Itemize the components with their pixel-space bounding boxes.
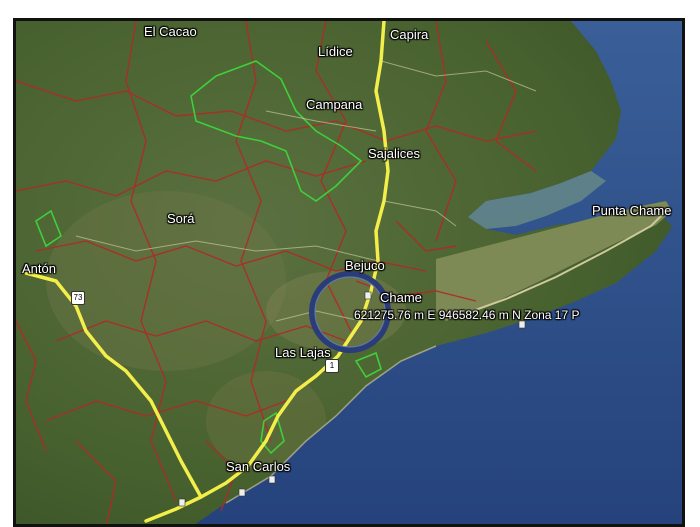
place-label-sajalices: Sajalices	[368, 146, 421, 161]
place-label-chame: Chame	[380, 290, 422, 305]
place-label-bejuco: Bejuco	[345, 258, 385, 273]
place-label-el-cacao: El Cacao	[144, 24, 197, 39]
place-label-las-lajas: Las Lajas	[275, 345, 331, 360]
place-label-capira: Capira	[390, 27, 429, 42]
route-1-shield: 1	[325, 359, 339, 373]
place-label-san-carlos: San Carlos	[226, 459, 291, 474]
map-frame: 73 1 El Cacao Capira Lídice Campana Saja…	[13, 18, 685, 527]
place-label-anton: Antón	[22, 261, 56, 276]
place-label-sora: Sorá	[167, 211, 195, 226]
place-label-campana: Campana	[306, 97, 363, 112]
place-label-punta-chame: Punta Chame	[592, 203, 672, 218]
place-label-lidice: Lídice	[318, 44, 353, 59]
coordinate-label: 621275.76 m E 946582.46 m N Zona 17 P	[354, 308, 580, 322]
route-73-shield: 73	[71, 291, 85, 305]
